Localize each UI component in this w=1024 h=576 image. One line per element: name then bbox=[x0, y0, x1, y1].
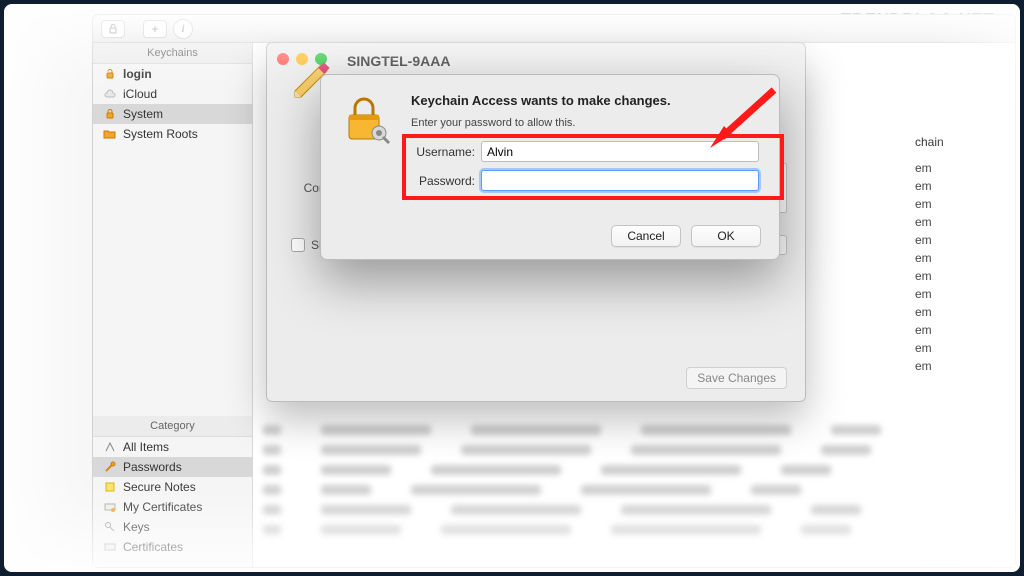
cloud-icon bbox=[103, 87, 117, 101]
certificate-icon bbox=[103, 500, 117, 514]
list-cell: em bbox=[915, 357, 995, 375]
category-item-secure-notes[interactable]: Secure Notes bbox=[93, 477, 252, 497]
key-icon bbox=[103, 520, 117, 534]
username-input[interactable] bbox=[481, 141, 759, 162]
list-cell: em bbox=[915, 267, 995, 285]
auth-subtitle: Enter your password to allow this. bbox=[411, 117, 575, 129]
sidebar-item-system[interactable]: System bbox=[93, 104, 252, 124]
category-item-label: All Items bbox=[123, 440, 169, 454]
category-item-label: Secure Notes bbox=[123, 480, 196, 494]
toolbar-lock-button[interactable] bbox=[101, 20, 125, 38]
category-item-label: Certificates bbox=[123, 540, 183, 554]
category-item-label: Passwords bbox=[123, 460, 182, 474]
keychain-toolbar: + i bbox=[93, 15, 1015, 43]
blurred-list-rows bbox=[263, 421, 1005, 561]
info-icon: i bbox=[181, 21, 184, 36]
category-item-my-certificates[interactable]: My Certificates bbox=[93, 497, 252, 517]
sidebar-item-label: System bbox=[123, 107, 163, 121]
list-cell: em bbox=[915, 285, 995, 303]
sidebar-item-label: login bbox=[123, 67, 152, 81]
password-label: Password: bbox=[403, 174, 475, 188]
all-items-icon bbox=[103, 440, 117, 454]
list-cell: em bbox=[915, 231, 995, 249]
category-item-label: Keys bbox=[123, 520, 150, 534]
auth-dialog: Keychain Access wants to make changes. E… bbox=[320, 74, 780, 260]
sidebar-category-header: Category bbox=[93, 416, 252, 437]
list-cell: em bbox=[915, 339, 995, 357]
folder-icon bbox=[103, 127, 117, 141]
auth-title: Keychain Access wants to make changes. bbox=[411, 93, 671, 108]
ok-button[interactable]: OK bbox=[691, 225, 761, 247]
lock-icon bbox=[107, 23, 119, 35]
column-header-keychain[interactable]: chain bbox=[915, 135, 995, 149]
note-icon bbox=[103, 480, 117, 494]
unlock-icon bbox=[103, 67, 117, 81]
toolbar-info-button[interactable]: i bbox=[173, 19, 193, 39]
lock-icon bbox=[103, 107, 117, 121]
password-input[interactable] bbox=[481, 170, 759, 191]
sidebar-item-login[interactable]: login bbox=[93, 64, 252, 84]
category-item-certificates[interactable]: Certificates bbox=[93, 537, 252, 557]
certificate-icon bbox=[103, 540, 117, 554]
list-cell: em bbox=[915, 249, 995, 267]
sidebar-item-label: System Roots bbox=[123, 127, 198, 141]
save-changes-button[interactable]: Save Changes bbox=[686, 367, 787, 389]
list-cell: em bbox=[915, 213, 995, 231]
lock-icon bbox=[339, 93, 393, 147]
info-window-title: SINGTEL-9AAA bbox=[347, 53, 450, 69]
category-item-label: My Certificates bbox=[123, 500, 202, 514]
passwords-icon bbox=[103, 460, 117, 474]
list-cell: em bbox=[915, 159, 995, 177]
sidebar: Keychains login iCloud System System Roo… bbox=[93, 43, 253, 567]
toolbar-add-button[interactable]: + bbox=[143, 20, 167, 38]
plus-icon: + bbox=[151, 22, 158, 36]
category-item-keys[interactable]: Keys bbox=[93, 517, 252, 537]
show-password-checkbox[interactable] bbox=[291, 238, 305, 252]
username-label: Username: bbox=[403, 145, 475, 159]
category-item-all[interactable]: All Items bbox=[93, 437, 252, 457]
list-cell: em bbox=[915, 177, 995, 195]
cancel-button[interactable]: Cancel bbox=[611, 225, 681, 247]
sidebar-item-label: iCloud bbox=[123, 87, 157, 101]
category-item-passwords[interactable]: Passwords bbox=[93, 457, 252, 477]
sidebar-item-system-roots[interactable]: System Roots bbox=[93, 124, 252, 144]
list-cell: em bbox=[915, 195, 995, 213]
sidebar-keychains-header: Keychains bbox=[93, 43, 252, 64]
list-cell: em bbox=[915, 303, 995, 321]
sidebar-item-icloud[interactable]: iCloud bbox=[93, 84, 252, 104]
list-cell: em bbox=[915, 321, 995, 339]
